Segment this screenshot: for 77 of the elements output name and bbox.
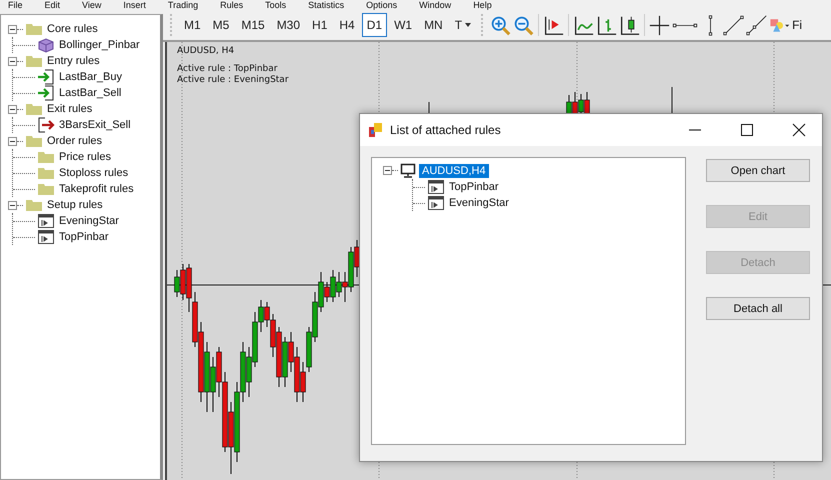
menu-item[interactable]: Rules	[220, 0, 244, 10]
line-chart-icon[interactable]	[573, 14, 594, 36]
tree-item[interactable]: Stoploss rules	[59, 165, 128, 181]
folder-icon	[25, 134, 43, 148]
tree-item[interactable]: 3BarsExit_Sell	[59, 117, 131, 133]
maximize-icon[interactable]	[740, 123, 754, 137]
menu-item[interactable]: Insert	[123, 0, 146, 10]
cube-icon	[37, 37, 55, 53]
arrow-icon	[37, 85, 55, 101]
tree-item[interactable]: Price rules	[59, 149, 111, 165]
timeframe-button[interactable]: W1	[389, 13, 418, 37]
menu-item[interactable]: Tools	[265, 0, 286, 10]
active-rule-label: Active rule : EveningStar	[177, 75, 289, 86]
chart-shift-icon[interactable]	[543, 14, 564, 36]
collapse-icon[interactable]	[8, 200, 17, 210]
collapse-icon[interactable]	[8, 24, 17, 34]
menu-item[interactable]: File	[8, 0, 23, 10]
tree-item[interactable]: Entry rules	[47, 53, 100, 69]
folder-icon	[25, 22, 43, 36]
tree-item[interactable]: TopPinbar	[449, 181, 499, 193]
timeframe-button[interactable]: M1	[179, 13, 206, 37]
folder-icon	[25, 102, 43, 116]
menu-item[interactable]: Options	[366, 0, 398, 10]
tree-item[interactable]: AUDUSD,H4	[419, 164, 489, 178]
menu-item[interactable]: Edit	[44, 0, 60, 10]
dialog-title: List of attached rules	[390, 123, 501, 137]
tree-item[interactable]: Setup rules	[47, 197, 103, 213]
tree-item[interactable]: TopPinbar	[59, 229, 109, 245]
timeframe-button[interactable]: M15	[236, 13, 270, 37]
folder-icon	[37, 166, 55, 180]
trend-line-icon[interactable]	[723, 14, 744, 36]
arrow-icon	[37, 69, 55, 85]
timeframe-button[interactable]: H1	[307, 13, 332, 37]
folder-icon	[37, 150, 55, 164]
menu-item[interactable]: View	[82, 0, 102, 10]
tree-item[interactable]: Takeprofit rules	[59, 181, 134, 197]
zoom-out-icon[interactable]	[513, 14, 534, 36]
arrow-icon	[37, 117, 55, 133]
bar-chart-icon[interactable]	[596, 14, 618, 36]
collapse-icon[interactable]	[8, 56, 17, 66]
dialog-button[interactable]: Open chart	[706, 159, 810, 182]
timeframe-button[interactable]: M5	[208, 13, 234, 37]
timeframe-button[interactable]: D1	[362, 13, 388, 37]
tree-item[interactable]: EveningStar	[449, 197, 509, 209]
menu-item[interactable]: Window	[419, 0, 452, 10]
dialog-button[interactable]: Detach all	[706, 297, 810, 320]
folder-icon	[37, 182, 55, 196]
crosshair-icon[interactable]	[649, 14, 670, 36]
collapse-icon[interactable]	[8, 104, 17, 114]
timeframe-button[interactable]: M30	[272, 13, 306, 37]
zoom-in-icon[interactable]	[490, 14, 512, 36]
tree-item[interactable]: LastBar_Buy	[59, 69, 122, 85]
tree-item[interactable]: Order rules	[47, 133, 102, 149]
menu-item[interactable]: Help	[473, 0, 492, 10]
template-dropdown[interactable]: T	[450, 13, 476, 37]
tree-item[interactable]: EveningStar	[59, 213, 119, 229]
ray-line-icon[interactable]	[746, 14, 768, 36]
folder-icon	[25, 54, 43, 68]
toolbar-label[interactable]: Fi	[792, 18, 802, 32]
tree-item[interactable]: Core rules	[47, 21, 98, 37]
candlestick-icon[interactable]	[619, 14, 640, 36]
menu-item[interactable]: Statistics	[308, 0, 344, 10]
app-icon	[368, 122, 384, 138]
menu-item[interactable]: Trading	[168, 0, 198, 10]
active-rule-label: Active rule : TopPinbar	[177, 64, 278, 75]
folder-icon	[25, 198, 43, 212]
collapse-icon[interactable]	[383, 166, 392, 175]
monitor-icon	[400, 163, 416, 178]
collapse-icon[interactable]	[8, 136, 17, 146]
caret-icon	[465, 23, 472, 27]
tree-item[interactable]: LastBar_Sell	[59, 85, 122, 101]
timeframe-button[interactable]: H4	[334, 13, 360, 37]
close-icon[interactable]	[792, 123, 806, 137]
tree-item[interactable]: Exit rules	[47, 101, 92, 117]
chart-symbol: AUDUSD, H4	[177, 46, 236, 57]
tree-item[interactable]: Bollinger_Pinbar	[59, 37, 140, 53]
timeframe-button[interactable]: MN	[419, 13, 448, 37]
